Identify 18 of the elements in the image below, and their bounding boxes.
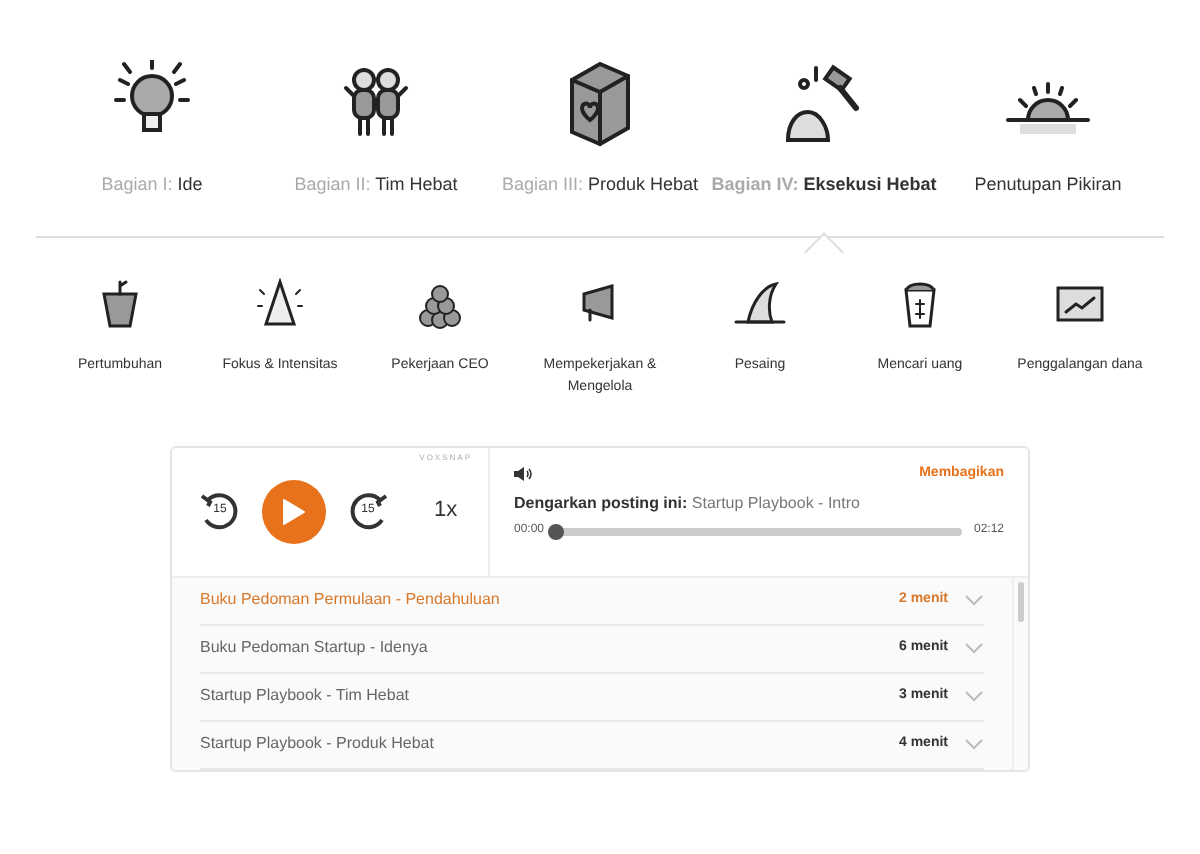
- shark-fin-icon: [732, 277, 788, 329]
- section-tab[interactable]: Penutupan Pikiran: [974, 172, 1122, 199]
- play-button[interactable]: [262, 479, 326, 543]
- chevron-down-icon[interactable]: [964, 690, 984, 702]
- scrollbar[interactable]: [1012, 577, 1028, 769]
- play-icon: [282, 497, 306, 525]
- now-playing-text: Dengarkan posting ini: Startup Playbook - Intro: [514, 492, 862, 516]
- cone-icon: [252, 277, 308, 329]
- section-tab[interactable]: Bagian I: Ide: [101, 172, 203, 199]
- section-tab[interactable]: Bagian IV: Eksekusi Hebat: [711, 172, 937, 199]
- speed-button[interactable]: 1x: [434, 494, 458, 528]
- chevron-down-icon[interactable]: [964, 738, 984, 750]
- chevron-down-icon[interactable]: [964, 594, 984, 606]
- speaker-icon: [514, 465, 532, 482]
- section-tab[interactable]: Bagian II: Tim Hebat: [294, 172, 458, 199]
- section-tab[interactable]: Bagian III: Produk Hebat: [501, 172, 699, 199]
- chevron-down-icon[interactable]: [964, 642, 984, 654]
- progress-thumb[interactable]: [548, 523, 565, 539]
